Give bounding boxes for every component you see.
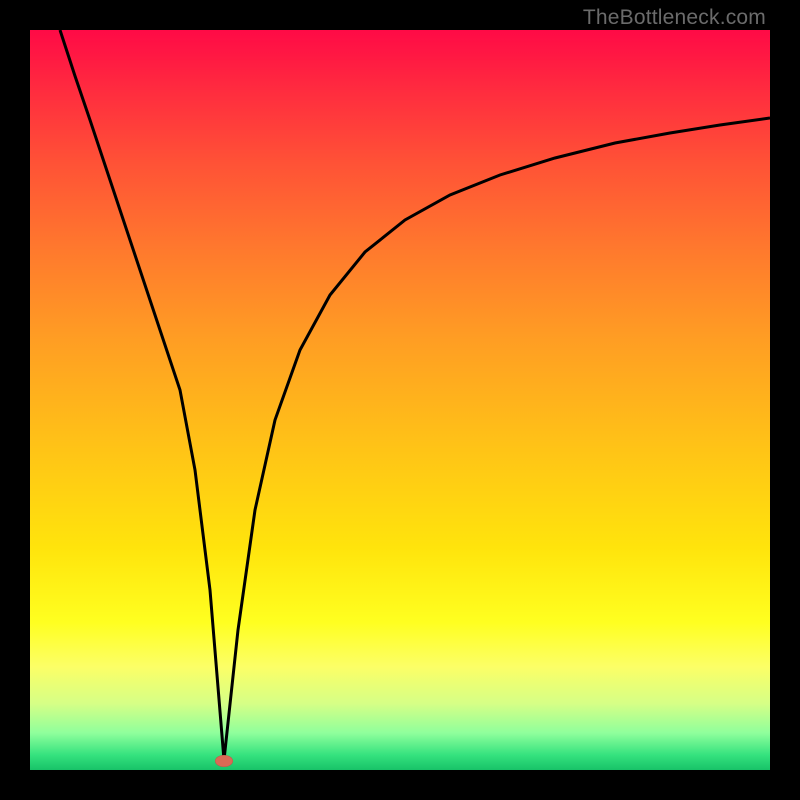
minimum-marker	[215, 755, 233, 767]
plot-area	[30, 30, 770, 770]
bottleneck-curve	[30, 30, 770, 770]
curve-path	[60, 30, 770, 760]
watermark-text: TheBottleneck.com	[583, 6, 766, 30]
